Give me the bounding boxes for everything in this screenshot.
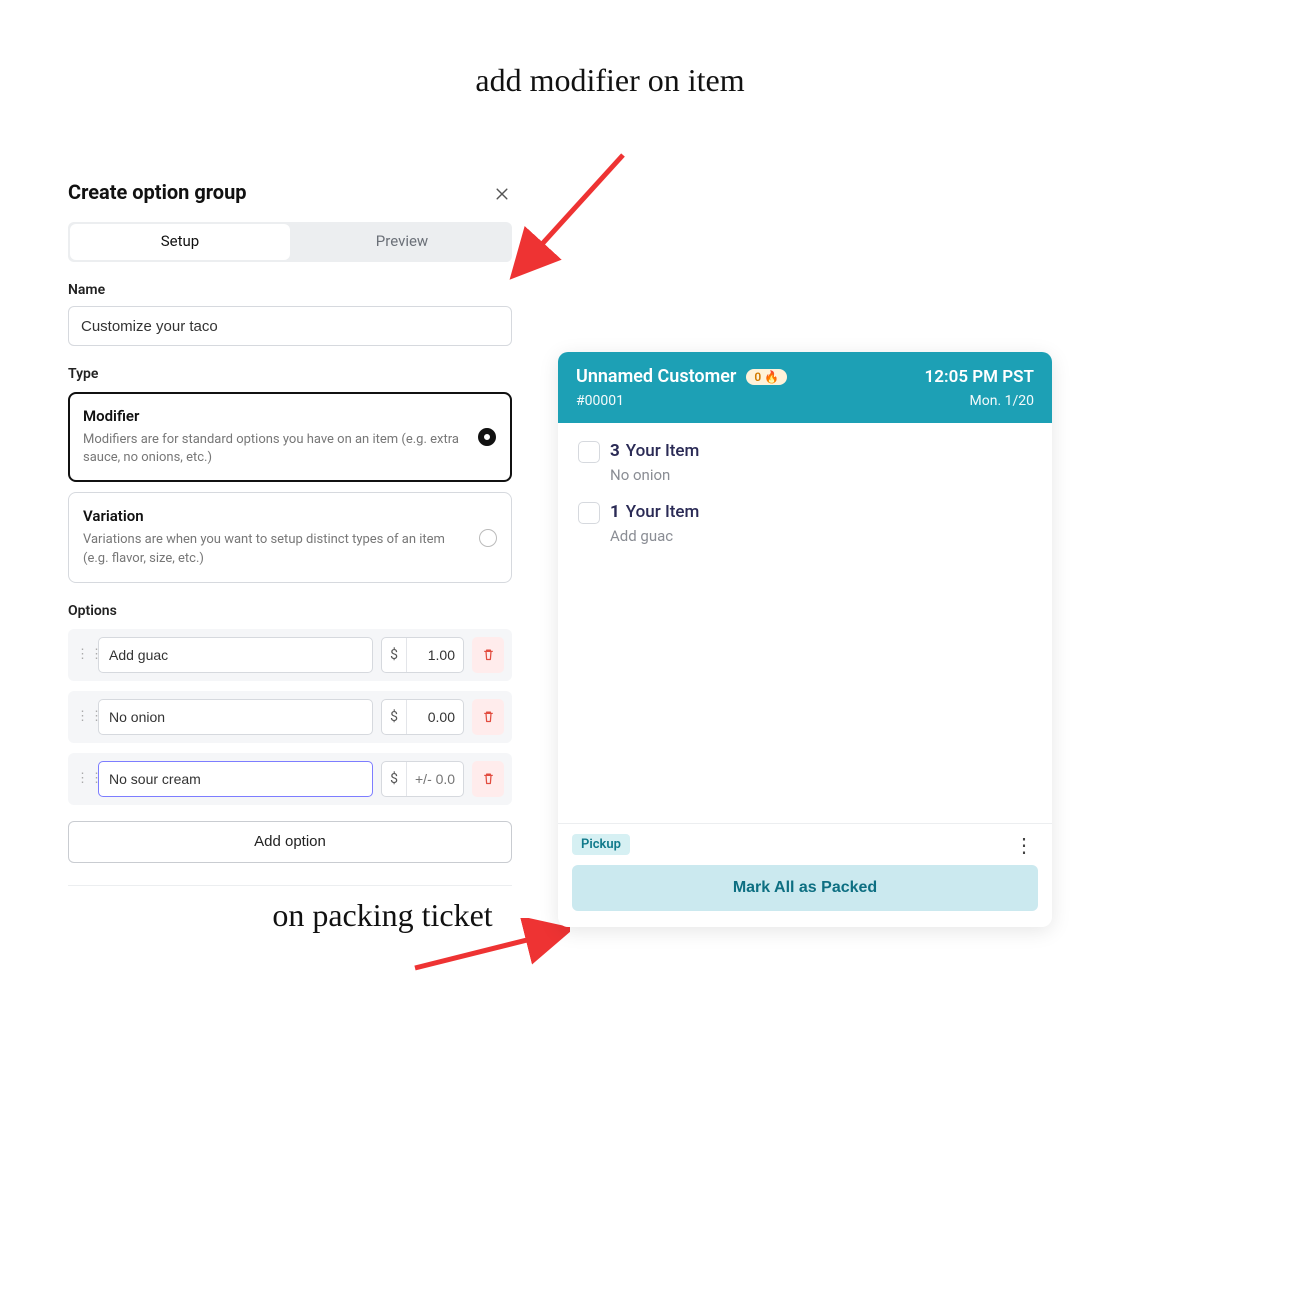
create-option-group-panel: Create option group Setup Preview Name T… — [68, 180, 512, 886]
radio-unselected-icon — [479, 529, 497, 547]
option-name-input[interactable] — [98, 761, 373, 797]
item-qty: 3 — [610, 441, 620, 461]
drag-handle-icon[interactable]: ⋮⋮ — [76, 647, 90, 662]
order-date: Mon. 1/20 — [970, 393, 1034, 409]
delete-option-button[interactable] — [472, 637, 504, 673]
name-input[interactable] — [68, 306, 512, 346]
packing-ticket: Unnamed Customer 0 🔥 12:05 PM PST #00001… — [558, 352, 1052, 927]
price-value[interactable] — [407, 762, 463, 796]
mark-packed-button[interactable]: Mark All as Packed — [572, 865, 1038, 911]
price-value[interactable] — [407, 638, 463, 672]
line-item: 1 Your Item Add guac — [578, 502, 1032, 545]
ticket-header: Unnamed Customer 0 🔥 12:05 PM PST #00001… — [558, 352, 1052, 423]
price-input[interactable]: $ — [381, 637, 464, 673]
tabs: Setup Preview — [68, 222, 512, 262]
currency-label: $ — [382, 638, 407, 672]
delete-option-button[interactable] — [472, 761, 504, 797]
tab-setup[interactable]: Setup — [70, 224, 290, 260]
type-desc: Variations are when you want to setup di… — [83, 531, 461, 567]
more-menu-icon[interactable]: ⋮ — [1010, 835, 1038, 855]
name-label: Name — [68, 282, 512, 298]
delete-option-button[interactable] — [472, 699, 504, 735]
drag-handle-icon[interactable]: ⋮⋮ — [76, 709, 90, 724]
type-desc: Modifiers are for standard options you h… — [83, 431, 461, 467]
price-input[interactable]: $ — [381, 761, 464, 797]
item-checkbox[interactable] — [578, 502, 600, 524]
option-name-input[interactable] — [98, 637, 373, 673]
price-value[interactable] — [407, 700, 463, 734]
price-input[interactable]: $ — [381, 699, 464, 735]
type-title: Variation — [83, 507, 461, 525]
item-qty: 1 — [610, 502, 620, 522]
arrow-bottom — [410, 918, 570, 978]
tab-preview[interactable]: Preview — [292, 222, 512, 262]
divider — [68, 885, 512, 886]
add-option-button[interactable]: Add option — [68, 821, 512, 863]
flame-icon: 🔥 — [764, 370, 779, 384]
item-name: Your Item — [626, 502, 700, 522]
annotation-top: add modifier on item — [440, 60, 780, 100]
item-modifier: Add guac — [610, 527, 699, 545]
options-label: Options — [68, 603, 512, 619]
drag-handle-icon[interactable]: ⋮⋮ — [76, 771, 90, 786]
type-card-variation[interactable]: Variation Variations are when you want t… — [68, 492, 512, 582]
priority-badge: 0 🔥 — [746, 369, 787, 385]
badge-count: 0 — [754, 370, 761, 384]
item-checkbox[interactable] — [578, 441, 600, 463]
type-label: Type — [68, 366, 512, 382]
order-number: #00001 — [576, 393, 624, 409]
type-card-modifier[interactable]: Modifier Modifiers are for standard opti… — [68, 392, 512, 482]
line-item: 3 Your Item No onion — [578, 441, 1032, 484]
radio-selected-icon — [478, 428, 496, 446]
close-icon[interactable] — [494, 186, 514, 206]
item-name: Your Item — [626, 441, 700, 461]
panel-title: Create option group — [68, 180, 512, 204]
type-title: Modifier — [83, 407, 461, 425]
ticket-body: 3 Your Item No onion 1 Your Item Add guac — [558, 423, 1052, 823]
arrow-top — [508, 150, 648, 280]
customer-name: Unnamed Customer — [576, 366, 736, 387]
item-modifier: No onion — [610, 466, 699, 484]
currency-label: $ — [382, 762, 407, 796]
currency-label: $ — [382, 700, 407, 734]
option-row: ⋮⋮ $ — [68, 691, 512, 743]
option-name-input[interactable] — [98, 699, 373, 735]
option-row: ⋮⋮ $ — [68, 753, 512, 805]
ticket-footer: Pickup ⋮ Mark All as Packed — [558, 823, 1052, 927]
fulfillment-tag: Pickup — [572, 834, 630, 855]
option-row: ⋮⋮ $ — [68, 629, 512, 681]
order-time: 12:05 PM PST — [925, 367, 1034, 387]
